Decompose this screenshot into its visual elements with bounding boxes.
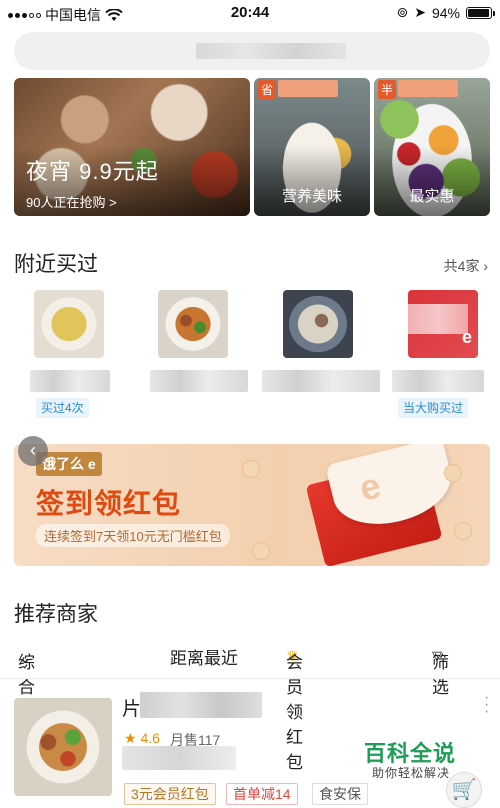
nearby-item-2[interactable]	[158, 290, 228, 358]
store-logo-icon: e	[461, 327, 472, 347]
distance-filter[interactable]: 距离最近	[170, 644, 238, 669]
banner-tag: 半	[378, 80, 397, 99]
divider	[0, 678, 500, 679]
chip-vip-coupon: 3元会员红包	[124, 783, 216, 805]
logo-blurred	[408, 304, 468, 334]
merchant-name-blurred	[140, 692, 262, 718]
merchant-name[interactable]: 片	[122, 694, 141, 721]
coin-icon	[444, 464, 462, 482]
battery-fill	[468, 8, 489, 17]
coin-icon	[252, 542, 270, 560]
bought-badge: 当大购买过	[398, 398, 469, 418]
coin-icon	[242, 460, 260, 478]
rotation-lock-icon: ⊚	[396, 4, 409, 20]
nearby-name-blurred-2	[150, 370, 248, 392]
banner-caption: 最实惠	[409, 188, 455, 205]
nearby-name-blurred-3	[262, 370, 380, 392]
nearby-item-1[interactable]	[34, 290, 104, 358]
promo-subtitle: 连续签到7天领10元无门槛红包	[36, 524, 230, 547]
promo-sign-in-banner[interactable]: 饿了么 e 签到领红包 连续签到7天领10元无门槛红包 e	[14, 444, 490, 566]
battery-icon	[466, 6, 495, 19]
chip-first-order: 首单减14	[226, 783, 298, 805]
nearby-more-link[interactable]: 共4家 ›	[444, 256, 488, 276]
merchant-image[interactable]	[14, 698, 112, 796]
chip-food-safety: 食安保	[312, 783, 368, 805]
search-bar[interactable]	[14, 32, 490, 70]
nearby-name-blurred-4	[392, 370, 484, 392]
banner-late-night[interactable]: 夜宵 9.9元起 90人正在抢购 >	[14, 78, 250, 216]
watermark-subtitle: 助你轻松解决	[372, 766, 451, 780]
banner-caption: 营养美味	[281, 188, 342, 205]
banner-nutrition[interactable]: 省 营养美味	[254, 78, 370, 216]
more-icon[interactable]: · · ·	[484, 690, 489, 720]
merchant-rating: ★ 4.6	[124, 730, 160, 746]
banner-subtitle: 90人正在抢购 >	[26, 195, 117, 210]
merchant-info-blurred	[122, 746, 236, 770]
chevron-down-icon: ⌄	[18, 648, 33, 667]
location-icon: ➤	[414, 4, 426, 20]
nearby-item-3[interactable]	[283, 290, 353, 358]
battery-percent: 94%	[431, 4, 460, 21]
banner-tag: 省	[258, 80, 277, 99]
coin-icon	[454, 522, 472, 540]
banner-tag-blurred	[398, 80, 458, 97]
recommend-title: 推荐商家	[14, 603, 98, 626]
nearby-item-4[interactable]: e	[408, 290, 478, 358]
banner-tag-blurred	[278, 80, 338, 97]
nearby-title: 附近买过	[14, 253, 98, 276]
status-right: ⊚ ➤ 94%	[396, 4, 495, 21]
banner-title: 夜宵 9.9元起	[26, 159, 159, 184]
filter-bar: 综合排序 ⌄ 距离最近 ♛会员领红包 筛选 ▽	[0, 640, 500, 772]
nearby-name-blurred-1	[30, 370, 110, 392]
star-icon: ★	[124, 730, 137, 746]
bought-times-badge: 买过4次	[36, 398, 89, 418]
promo-title: 签到领红包	[36, 488, 182, 519]
banner-best-value[interactable]: 半 最实惠	[374, 78, 490, 216]
search-placeholder-blurred	[196, 43, 346, 59]
carousel-prev-button[interactable]: ‹	[18, 436, 48, 466]
funnel-icon: ▽	[432, 648, 442, 663]
cart-icon[interactable]: 🛒	[446, 772, 482, 808]
status-bar: 中国电信 20:44 ⊚ ➤ 94%	[0, 0, 500, 26]
